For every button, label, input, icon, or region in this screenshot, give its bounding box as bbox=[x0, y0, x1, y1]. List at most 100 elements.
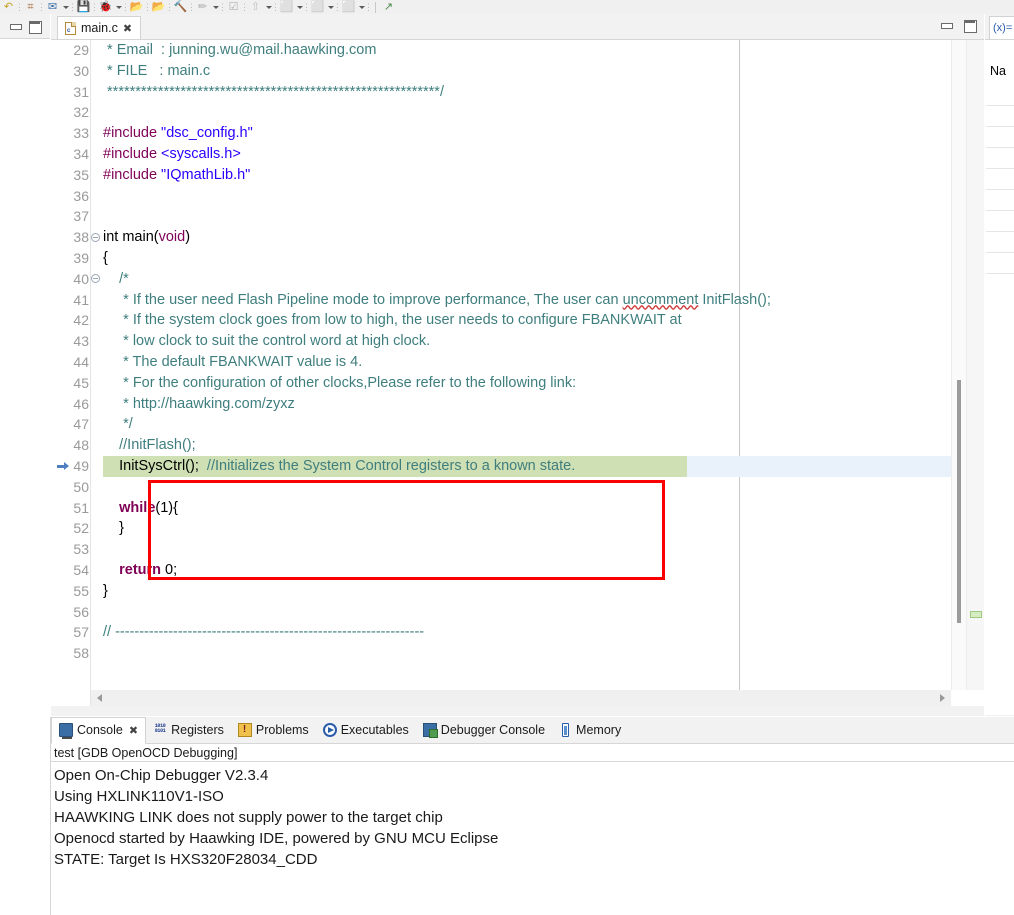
variables-row[interactable] bbox=[986, 190, 1014, 211]
line-number: 45 bbox=[73, 374, 89, 391]
overview-marker[interactable] bbox=[970, 611, 982, 618]
code-text: while(1){ bbox=[119, 499, 178, 516]
memory-icon bbox=[562, 723, 570, 737]
fold-collapse-icon[interactable] bbox=[89, 269, 101, 290]
code-text: * For the configuration of other clocks,… bbox=[103, 374, 577, 391]
toolbar-search-icon[interactable]: ⌗ bbox=[22, 0, 39, 14]
code-text: } bbox=[103, 582, 108, 599]
fold-collapse-icon[interactable] bbox=[89, 227, 101, 248]
toolbar-save-icon[interactable]: 💾 bbox=[75, 0, 92, 14]
code-line[interactable]: 44 * The default FBANKWAIT value is 4. bbox=[51, 352, 984, 373]
code-lines[interactable]: 29 * Email : junning.wu@mail.haawking.co… bbox=[51, 40, 984, 690]
code-line[interactable]: 39 { bbox=[51, 248, 984, 269]
variables-row[interactable] bbox=[986, 169, 1014, 190]
code-line[interactable]: 52 } bbox=[51, 518, 984, 539]
console-output-line: Open On-Chip Debugger V2.3.4 bbox=[54, 767, 269, 784]
code-line[interactable]: 42 * If the system clock goes from low t… bbox=[51, 310, 984, 331]
toolbar-undo-icon[interactable]: ↶ bbox=[0, 0, 17, 14]
variables-row[interactable] bbox=[986, 211, 1014, 232]
console-output[interactable]: Open On-Chip Debugger V2.3.4 Using HXLINK… bbox=[51, 763, 1014, 915]
code-line[interactable]: 50 bbox=[51, 477, 984, 498]
variables-row[interactable] bbox=[986, 232, 1014, 253]
code-line[interactable]: 34 #include <syscalls.h> bbox=[51, 144, 984, 165]
console-tab-label: Console bbox=[77, 723, 123, 737]
line-number: 31 bbox=[73, 83, 89, 100]
toolbar-open-folder-icon[interactable]: 📂 bbox=[128, 0, 145, 14]
toolbar-export-icon[interactable]: ⇧ bbox=[247, 0, 264, 14]
variables-table[interactable]: Na bbox=[985, 39, 1014, 716]
editor-tab-close-icon[interactable]: ✖ bbox=[123, 23, 132, 34]
code-line[interactable]: 41 * If the user need Flash Pipeline mod… bbox=[51, 290, 984, 311]
line-number: 48 bbox=[73, 437, 89, 454]
code-line[interactable]: 35 #include "IQmathLib.h" bbox=[51, 165, 984, 186]
variables-row[interactable] bbox=[986, 85, 1014, 106]
code-line[interactable]: 37 bbox=[51, 206, 984, 227]
console-tab-debugger-console[interactable]: Debugger Console bbox=[416, 717, 552, 744]
variables-row[interactable] bbox=[986, 127, 1014, 148]
console-tab-problems[interactable]: Problems bbox=[231, 717, 316, 744]
console-tab-memory[interactable]: Memory bbox=[552, 717, 628, 744]
editor-horizontal-scrollbar[interactable] bbox=[91, 690, 951, 706]
toolbar-pencil-icon[interactable]: ✏ bbox=[194, 0, 211, 14]
code-line[interactable]: 36 bbox=[51, 186, 984, 207]
editor-vertical-scrollbar-thumb[interactable] bbox=[957, 380, 961, 623]
code-line[interactable]: 51 while(1){ bbox=[51, 498, 984, 519]
line-number: 55 bbox=[73, 582, 89, 599]
console-tab-registers[interactable]: 1010 0101 Registers bbox=[146, 717, 231, 744]
code-line[interactable]: 33 #include "dsc_config.h" bbox=[51, 123, 984, 144]
variables-row[interactable] bbox=[986, 253, 1014, 274]
code-line[interactable]: 54 return 0; bbox=[51, 560, 984, 581]
code-line[interactable]: 32 bbox=[51, 102, 984, 123]
editor-overview-ruler[interactable] bbox=[966, 40, 984, 690]
code-line[interactable]: 43 * low clock to suit the control word … bbox=[51, 331, 984, 352]
toolbar-debug-icon[interactable]: 🐞 bbox=[97, 0, 114, 14]
code-line[interactable]: 58 bbox=[51, 643, 984, 664]
console-tab-console[interactable]: Console ✖ bbox=[51, 716, 147, 744]
console-output-line: Openocd started by Haawking IDE, powered… bbox=[54, 830, 499, 847]
toolbar-comment-3-icon[interactable]: ⬜ bbox=[340, 0, 357, 14]
variables-row[interactable] bbox=[986, 148, 1014, 169]
variables-column-header-name[interactable]: Na bbox=[990, 64, 1014, 84]
console-tab-executables[interactable]: Executables bbox=[316, 717, 416, 744]
toolbar-checklist-icon[interactable]: ☑ bbox=[225, 0, 242, 14]
toolbar-separator: ⋮ bbox=[364, 1, 373, 12]
code-line[interactable]: 31 *************************************… bbox=[51, 82, 984, 103]
line-number: 33 bbox=[73, 125, 89, 142]
code-editor-pane[interactable]: 29 * Email : junning.wu@mail.haawking.co… bbox=[51, 39, 984, 716]
variables-row[interactable] bbox=[986, 106, 1014, 127]
variables-horizontal-scrollbar[interactable] bbox=[985, 715, 1014, 716]
toolbar-build-icon[interactable]: 🔨 bbox=[172, 0, 189, 14]
toolbar-new-window-icon[interactable]: ↗ bbox=[380, 0, 397, 14]
code-text: #include "dsc_config.h" bbox=[103, 125, 253, 142]
code-line[interactable]: 49 InitSysCtrl(); //Initializes the Syst… bbox=[51, 455, 984, 477]
code-line[interactable]: 56 bbox=[51, 602, 984, 623]
code-line[interactable]: 45 * For the configuration of other cloc… bbox=[51, 373, 984, 394]
line-number: 50 bbox=[73, 478, 89, 495]
editor-maximize-icon[interactable] bbox=[963, 19, 977, 33]
scroll-left-arrow-icon[interactable] bbox=[97, 694, 102, 702]
code-line[interactable]: 57 // -----------------------------------… bbox=[51, 622, 984, 643]
line-number: 42 bbox=[73, 312, 89, 329]
code-line[interactable]: 55} bbox=[51, 581, 984, 602]
editor-minimize-icon[interactable] bbox=[940, 19, 953, 32]
code-line[interactable]: 53 bbox=[51, 539, 984, 560]
code-line[interactable]: 48 //InitFlash(); bbox=[51, 435, 984, 456]
left-strip-minimize-icon[interactable] bbox=[9, 20, 22, 33]
scroll-right-arrow-icon[interactable] bbox=[940, 694, 945, 702]
toolbar-comment-icon[interactable]: ⬜ bbox=[278, 0, 295, 14]
left-strip-maximize-icon[interactable] bbox=[28, 20, 42, 34]
tab-variables[interactable]: (x)= V bbox=[989, 16, 1014, 39]
code-line[interactable]: 46 * http://haawking.com/zyxz bbox=[51, 394, 984, 415]
code-line[interactable]: 40 /* bbox=[51, 269, 984, 290]
toolbar-open-folder-2-icon[interactable]: 📂 bbox=[150, 0, 167, 14]
editor-vertical-scrollbar[interactable] bbox=[951, 40, 966, 690]
toolbar-comment-2-icon[interactable]: ⬜ bbox=[309, 0, 326, 14]
console-tab-close-icon[interactable]: ✖ bbox=[129, 724, 138, 737]
console-output-line: HAAWKING LINK does not supply power to t… bbox=[54, 809, 443, 826]
toolbar-mail-icon[interactable]: ✉ bbox=[44, 0, 61, 14]
code-line[interactable]: 38 int main(void) bbox=[51, 227, 984, 248]
code-line[interactable]: 30 * FILE : main.c bbox=[51, 61, 984, 82]
code-line[interactable]: 47 */ bbox=[51, 414, 984, 435]
code-line[interactable]: 29 * Email : junning.wu@mail.haawking.co… bbox=[51, 40, 984, 61]
editor-tab-main-c[interactable]: c main.c ✖ bbox=[57, 16, 142, 39]
